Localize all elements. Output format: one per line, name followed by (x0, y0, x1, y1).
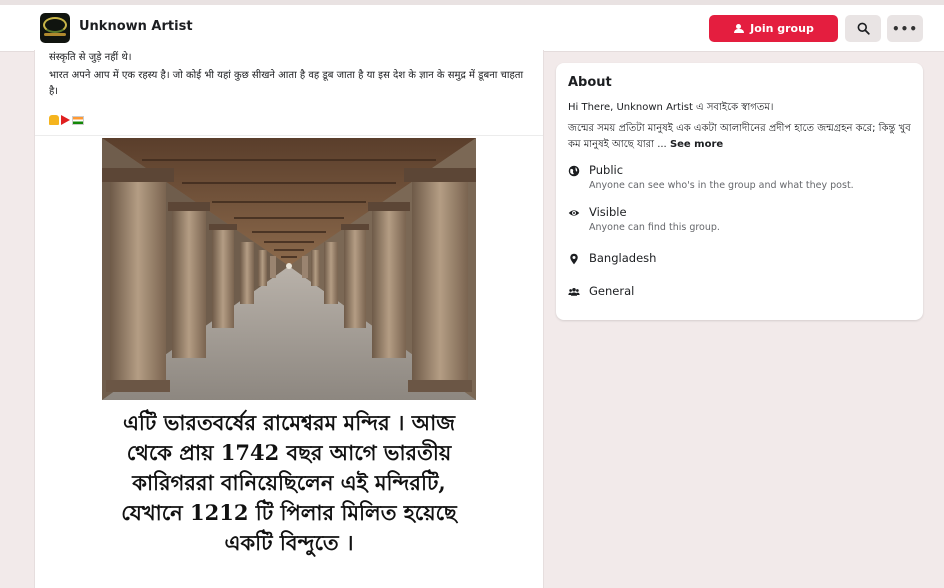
image-caption: এটি ভারতবর্ষের রামেশ্বরম মন্দির । আজ থেক… (102, 408, 476, 558)
search-icon (857, 22, 870, 35)
post-emojis (49, 115, 84, 125)
see-more-link[interactable]: See more (670, 139, 723, 150)
praying-hands-icon (49, 115, 59, 125)
caption-line: থেকে প্রায় 1742 বছর আগে ভারতীয় (126, 440, 452, 465)
logo-ring (43, 17, 67, 33)
location-label: Bangladesh (589, 251, 657, 265)
people-icon (733, 24, 745, 33)
globe-icon (568, 165, 580, 177)
join-group-button[interactable]: Join group (709, 15, 838, 42)
visibility-description: Anyone can find this group. (589, 222, 720, 233)
logo-bar (44, 33, 66, 36)
eye-icon (568, 210, 580, 216)
group-avatar[interactable] (40, 13, 70, 43)
visibility-label: Visible (589, 205, 627, 219)
search-button[interactable] (845, 15, 881, 42)
post-text: संस्कृति से जुड़े नहीं थे। भारत अपने आप … (49, 50, 533, 100)
more-options-button[interactable]: ••• (887, 15, 923, 42)
group-name[interactable]: Unknown Artist (79, 19, 193, 34)
location-pin-icon (570, 253, 578, 265)
join-group-label: Join group (750, 22, 814, 35)
post-line-0: संस्कृति से जुड़े नहीं थे। (49, 52, 132, 63)
privacy-label: Public (589, 163, 624, 177)
about-card: About Hi There, Unknown Artist এ সবাইকে … (556, 63, 923, 320)
group-header: Unknown Artist Join group ••• (0, 0, 944, 52)
caption-line: যেখানে 1212 টি পিলার মিলিত হয়েছে (121, 500, 457, 525)
caption-line: এটি ভারতবর্ষের রামেশ্বরম মন্দির । আজ (122, 410, 456, 435)
more-dots-icon: ••• (891, 21, 918, 36)
post-card: संस्कृति से जुड़े नहीं थे। भारत अपने आप … (34, 50, 544, 588)
post-divider (35, 135, 543, 136)
red-triangle-icon (61, 115, 70, 125)
image-caption-area: এটি ভারতবর্ষের রামেশ্বরম মন্দির । আজ থেক… (102, 400, 476, 588)
post-photo[interactable] (102, 138, 476, 400)
about-title: About (568, 75, 612, 90)
caption-line: একটি বিন্দুতে । (224, 530, 354, 555)
about-description-text: জন্মের সময় প্রতিটা মানুষই এক একটা আলাদী… (568, 123, 911, 150)
category-label: General (589, 284, 635, 298)
about-greeting: Hi There, Unknown Artist এ সবাইকে স্বাগত… (568, 102, 774, 113)
caption-line: কারিগররা বানিয়েছিলেন এই মন্দিরটি, (132, 470, 446, 495)
post-line-1: भारत अपने आप में एक रहस्य है। जो कोई भी … (49, 70, 524, 97)
privacy-description: Anyone can see who's in the group and wh… (589, 180, 854, 191)
group-people-icon (568, 287, 580, 296)
temple-corridor-image (102, 138, 476, 400)
about-description: Hi There, Unknown Artist এ সবাইকে স্বাগত… (568, 100, 916, 153)
india-flag-icon (72, 115, 84, 125)
